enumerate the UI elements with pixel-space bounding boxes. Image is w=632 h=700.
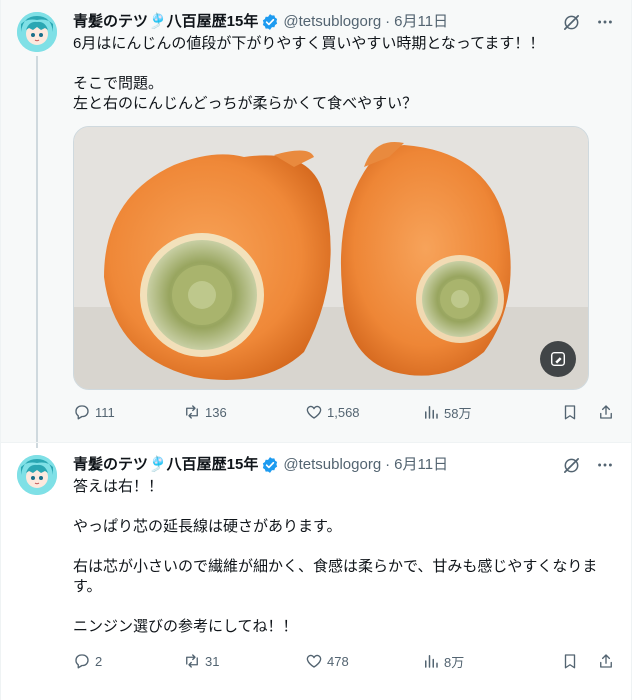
reply-button[interactable]: 111: [73, 403, 183, 421]
image-description-button[interactable]: [540, 341, 576, 377]
view-count: 58万: [444, 405, 472, 421]
avatar-gutter: [17, 12, 65, 448]
tweet-content: 青髪のテツ🎐八百屋歴15年 @tetsublogorg · 6月11日: [73, 455, 615, 700]
two-carrots-photo-icon: [74, 127, 588, 389]
tweet-text: 6月はにんじんの値段が下がりやすく買いやすい時期となってます！！ そこで問題。 …: [73, 34, 615, 114]
views-button[interactable]: 8万: [422, 652, 545, 671]
share-icon: [600, 654, 612, 668]
tweet-header: 青髪のテツ🎐八百屋歴15年 @tetsublogorg · 6月11日: [73, 12, 615, 32]
author-handle[interactable]: @tetsublogorg: [283, 455, 381, 475]
like-button[interactable]: 1,568: [305, 403, 422, 421]
image-edit-icon: [550, 351, 566, 367]
views-icon: [425, 406, 438, 419]
heart-icon: [306, 654, 322, 668]
tweet-date[interactable]: 6月11日: [394, 12, 448, 32]
more-icon[interactable]: [595, 455, 615, 475]
share-button[interactable]: [597, 652, 615, 670]
bookmark-icon: [564, 405, 576, 420]
tweet-text-line: 右は芯が小さいので繊維が細かく、食感は柔らかで、甘みも感じやすくなります。: [73, 558, 598, 595]
tweet-text-line: 左と右のにんじんどっちが柔らかくて食べやすい？: [73, 95, 418, 112]
like-count: 1,568: [327, 404, 360, 420]
tweet-text-line: そこで問題。: [73, 75, 164, 92]
bookmark-button[interactable]: [561, 403, 579, 421]
share-button[interactable]: [597, 403, 615, 421]
tweet-image[interactable]: [73, 126, 589, 390]
grok-icon[interactable]: [561, 12, 581, 32]
tweet[interactable]: 青髪のテツ🎐八百屋歴15年 @tetsublogorg · 6月11日: [1, 442, 631, 700]
like-button[interactable]: 478: [305, 652, 422, 670]
views-icon: [425, 655, 438, 668]
tweet-header: 青髪のテツ🎐八百屋歴15年 @tetsublogorg · 6月11日: [73, 455, 615, 475]
avatar[interactable]: [17, 455, 57, 495]
author-name[interactable]: 青髪のテツ🎐八百屋歴15年: [73, 12, 258, 32]
tweet-actions-right: [561, 403, 615, 421]
verified-badge-icon: [261, 456, 279, 474]
separator: ·: [385, 13, 391, 30]
tweet-text-line: 6月はにんじんの値段が下がりやすく買いやすい時期となってます！！: [73, 35, 545, 52]
bookmark-icon: [564, 654, 576, 669]
timeline: 青髪のテツ🎐八百屋歴15年 @tetsublogorg · 6月11日 6月はに…: [0, 0, 632, 700]
retweet-button[interactable]: 31: [183, 652, 305, 670]
reply-icon: [75, 654, 89, 669]
bookmark-button[interactable]: [561, 652, 579, 670]
grok-icon[interactable]: [561, 455, 581, 475]
retweet-icon: [186, 654, 198, 668]
header-actions: [561, 12, 615, 32]
like-count: 478: [327, 653, 349, 669]
heart-icon: [306, 405, 322, 419]
author-name[interactable]: 青髪のテツ🎐八百屋歴15年: [73, 455, 258, 475]
reply-count: 111: [95, 404, 115, 420]
reply-button[interactable]: 2: [73, 652, 183, 670]
tweet-actions: 2 31 478 8万: [73, 651, 615, 671]
header-actions: [561, 455, 615, 475]
more-icon[interactable]: [595, 12, 615, 32]
retweet-icon: [186, 405, 198, 419]
retweet-count: 31: [205, 653, 220, 669]
tweet-text: 答えは右！！ やっぱり芯の延長線は硬さがあります。 右は芯が小さいので繊維が細か…: [73, 477, 615, 637]
tweet-text-line: 答えは右！！: [73, 478, 164, 495]
tweet-content: 青髪のテツ🎐八百屋歴15年 @tetsublogorg · 6月11日: [73, 12, 615, 442]
avatar-gutter: [17, 455, 65, 700]
tweet-text-line: ニンジン選びの参考にしてね！！: [73, 618, 298, 635]
tweet-actions: 111 136 1,568 58万: [73, 402, 615, 422]
tweet[interactable]: 青髪のテツ🎐八百屋歴15年 @tetsublogorg · 6月11日: [1, 0, 631, 448]
tweet-actions-right: [561, 652, 615, 670]
share-icon: [600, 405, 612, 419]
avatar[interactable]: [17, 12, 57, 52]
author-handle[interactable]: @tetsublogorg: [283, 12, 381, 32]
verified-badge-icon: [261, 13, 279, 31]
separator: ·: [385, 456, 391, 473]
retweet-count: 136: [205, 404, 227, 420]
retweet-button[interactable]: 136: [183, 403, 305, 421]
reply-count: 2: [95, 653, 103, 669]
thread-line: [36, 56, 38, 448]
views-button[interactable]: 58万: [422, 403, 545, 422]
view-count: 8万: [444, 654, 465, 670]
tweet-date[interactable]: 6月11日: [394, 455, 448, 475]
tweet-text-line: やっぱり芯の延長線は硬さがあります。: [73, 518, 342, 535]
reply-icon: [75, 405, 89, 420]
